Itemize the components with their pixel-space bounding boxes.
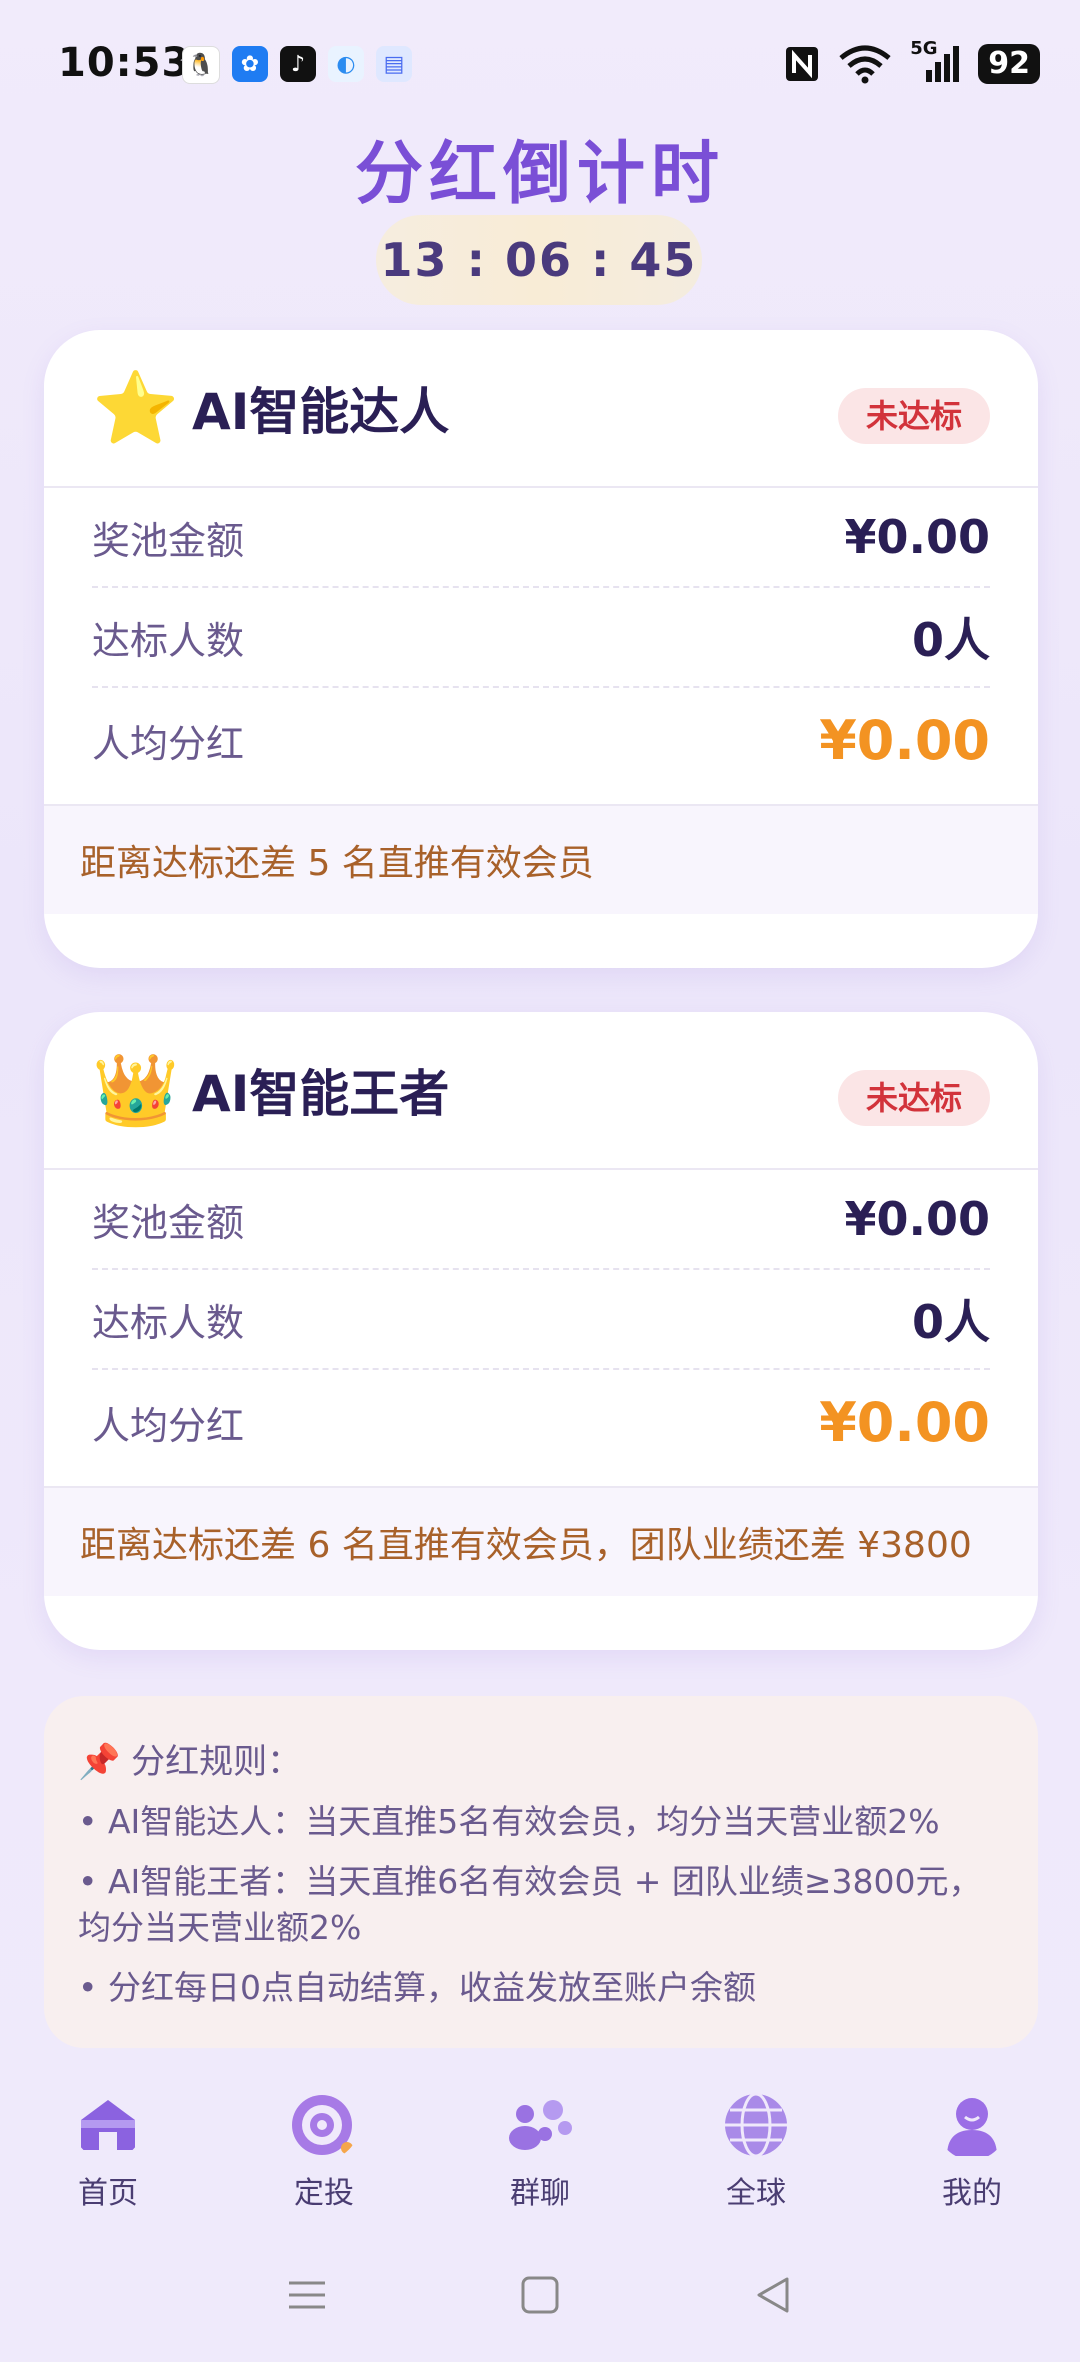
status-badge: 未达标 [837,388,990,444]
stat-label: 奖池金额 [92,518,245,563]
stat-row-pool: 奖池金额 ¥0.00 [92,1170,990,1270]
dividend-card-king: 👑 AI智能王者 未达标 奖池金额 ¥0.00 达标人数 0人 人均分红 ¥0.… [44,1012,1038,1650]
nfc-icon [786,47,819,81]
nav-label: 首页 [78,2176,138,2211]
nav-item-global[interactable]: 全球 [676,2090,836,2220]
globe-icon [725,2092,787,2158]
dividend-card-expert: ⭐ AI智能达人 未达标 奖池金额 ¥0.00 达标人数 0人 人均分红 ¥0.… [44,330,1038,968]
crown-icon: 👑 [92,1048,180,1131]
card-title: AI智能达人 [192,383,450,441]
stat-row-qualified: 达标人数 0人 [92,1270,990,1370]
bottom-nav: 首页 定投 群聊 全球 我的 [0,2090,1080,2220]
nav-item-home[interactable]: 首页 [28,2090,188,2220]
nav-label: 我的 [942,2176,1002,2211]
wifi-icon [839,45,891,84]
card-header: ⭐ AI智能达人 未达标 [44,330,1038,488]
stat-value: ¥0.00 [844,1192,990,1246]
rules-heading: 📌 分红规则： [78,1742,302,1782]
card-header: 👑 AI智能王者 未达标 [44,1012,1038,1170]
stat-row-pool: 奖池金额 ¥0.00 [92,488,990,588]
card-footer-hint: 距离达标还差 6 名直推有效会员，团队业绩还差 ¥3800 [44,1486,1038,1596]
home-square-icon[interactable] [520,2275,560,2315]
page-title: 分红倒计时 [354,135,725,214]
card-title: AI智能王者 [192,1065,450,1123]
stat-label: 达标人数 [92,618,245,663]
system-nav-bar [0,2260,1080,2330]
star-icon: ⭐ [92,366,180,449]
dividend-rules: 📌 分红规则： • AI智能达人：当天直推5名有效会员，均分当天营业额2% • … [44,1696,1038,2048]
stat-label: 人均分红 [92,721,245,766]
status-badge: 未达标 [837,1070,990,1126]
nav-item-profile[interactable]: 我的 [892,2090,1052,2220]
nav-label: 定投 [294,2176,354,2211]
tiktok-icon: ♪ [280,46,316,82]
stat-row-per-capita: 人均分红 ¥0.00 [92,688,990,792]
stat-label: 人均分红 [92,1403,245,1448]
back-icon[interactable] [753,2275,793,2315]
stat-value: 0人 [911,1295,990,1349]
stat-label: 奖池金额 [92,1200,245,1245]
stat-value-highlight: ¥0.00 [819,1390,990,1454]
battery-indicator: 92 [978,44,1040,84]
stat-label: 达标人数 [92,1300,245,1345]
browser-icon: ◐ [328,46,364,82]
card-stats: 奖池金额 ¥0.00 达标人数 0人 人均分红 ¥0.00 [44,488,1038,792]
rule-item: • AI智能王者：当天直推6名有效会员 + 团队业绩≥3800元，均分当天营业额… [78,1862,982,1947]
stat-value-highlight: ¥0.00 [819,708,990,772]
nav-label: 群聊 [510,2176,570,2211]
stat-row-qualified: 达标人数 0人 [92,588,990,688]
rule-item: • AI智能达人：当天直推5名有效会员，均分当天营业额2% [78,1802,940,1841]
status-time: 10:53 [58,40,191,86]
nav-item-group-chat[interactable]: 群聊 [460,2090,620,2220]
status-indicators: 5G 92 [784,38,1040,84]
stat-row-per-capita: 人均分红 ¥0.00 [92,1370,990,1474]
qq-icon: 🐧 [182,46,220,84]
group-chat-icon [509,2100,572,2150]
target-icon [292,2095,353,2155]
countdown-timer: 13 : 06 : 45 [376,215,702,305]
card-stats: 奖池金额 ¥0.00 达标人数 0人 人均分红 ¥0.00 [44,1170,1038,1474]
message-icon: ▤ [376,46,412,82]
profile-icon [947,2098,997,2156]
stat-value: 0人 [911,613,990,667]
status-bar: 10:53 🐧 ✿ ♪ ◐ ▤ 5G 92 [0,0,1080,130]
card-footer-hint: 距离达标还差 5 名直推有效会员 [44,804,1038,914]
menu-icon[interactable] [287,2275,327,2315]
rule-item: • 分红每日0点自动结算，收益发放至账户余额 [78,1968,756,2007]
stat-value: ¥0.00 [844,510,990,564]
cellular-signal-icon: 5G [910,38,960,84]
nav-item-invest[interactable]: 定投 [244,2090,404,2220]
home-icon [81,2100,135,2150]
pinwheel-icon: ✿ [232,46,268,82]
status-app-icons: 🐧 ✿ ♪ ◐ ▤ [182,46,412,84]
nav-label: 全球 [726,2176,786,2211]
